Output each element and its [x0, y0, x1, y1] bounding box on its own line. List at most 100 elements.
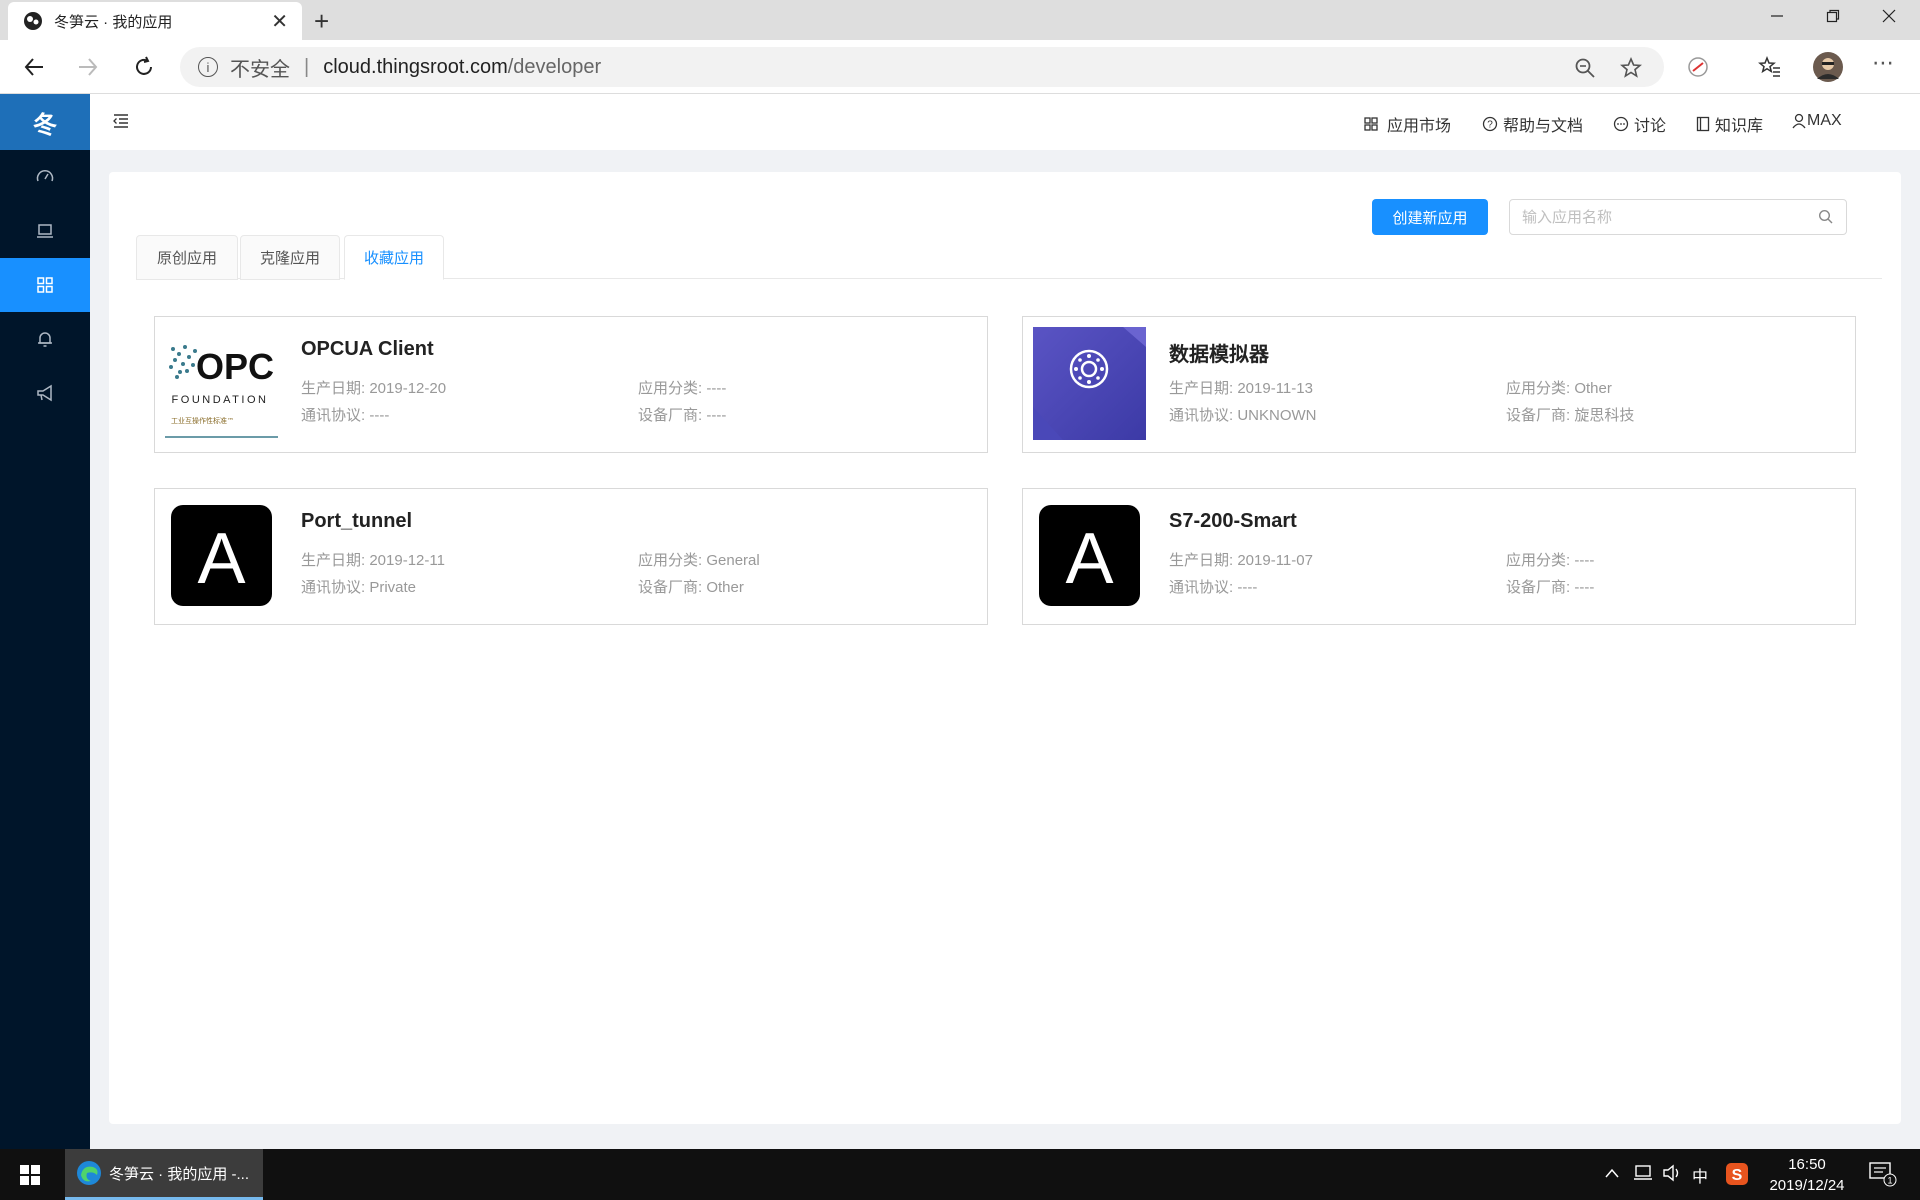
app-market-label: 应用市场 [1387, 118, 1452, 135]
discuss-label: 讨论 [1634, 118, 1667, 135]
browser-address-bar: i 不安全 | cloud.thingsroot.com /developer … [0, 40, 1920, 94]
app-search-input[interactable] [1510, 200, 1800, 234]
laptop-icon [37, 224, 53, 238]
app-category: 应用分类: ---- [638, 380, 727, 397]
info-icon[interactable]: i [198, 57, 218, 77]
close-window-icon[interactable] [1864, 0, 1914, 32]
help-docs-link[interactable]: ? 帮助与文档 [1482, 112, 1583, 136]
app-name: OPCUA Client [301, 338, 434, 360]
address-separator: | [304, 55, 310, 78]
sogou-ime-icon[interactable]: S [1726, 1163, 1748, 1185]
back-arrow-icon[interactable] [18, 51, 50, 83]
sidebar-item-dashboard[interactable] [0, 150, 90, 204]
opc-logo-tagline: 工业互操作性标准™ [171, 416, 234, 425]
site-favicon-icon [24, 12, 42, 30]
sidebar-item-devices[interactable] [0, 204, 90, 258]
taskbar-app-label: 冬笋云 · 我的应用 -... [109, 1165, 249, 1183]
question-circle-icon: ? [1482, 116, 1498, 132]
app-icon-letter: A [197, 519, 245, 599]
browser-tab-title: 冬笋云 · 我的应用 [54, 13, 173, 31]
browser-tab[interactable]: 冬笋云 · 我的应用 ✕ [8, 2, 302, 40]
simulator-icon [1033, 327, 1146, 440]
svg-text:?: ? [1487, 120, 1493, 131]
notification-count: 1 [1887, 1176, 1892, 1186]
user-icon [1792, 113, 1806, 129]
network-icon[interactable] [1632, 1164, 1652, 1182]
windows-taskbar: 冬笋云 · 我的应用 -... 中 S 16:50 2019/12/24 1 [0, 1149, 1920, 1200]
user-name: MAX [1807, 112, 1842, 129]
new-tab-button[interactable]: + [314, 6, 329, 37]
app-icon-letter: A [1065, 519, 1113, 599]
app-date: 生产日期: 2019-12-20 [301, 380, 447, 397]
app-vendor: 设备厂商: 旋思科技 [1506, 407, 1635, 424]
tab-original-apps[interactable]: 原创应用 [136, 235, 238, 280]
extension-icon[interactable] [1686, 55, 1710, 79]
app-date: 生产日期: 2019-11-13 [1169, 380, 1313, 397]
letter-a-icon: A [171, 505, 272, 606]
app-card-port-tunnel[interactable]: A Port_tunnel 生产日期: 2019-12-11 应用分类: Gen… [154, 488, 988, 625]
menu-fold-icon[interactable] [112, 112, 130, 130]
app-card-opcua-client[interactable]: OPC FOUNDATION 工业互操作性标准™ OPCUA Client 生产… [154, 316, 988, 453]
app-name: S7-200-Smart [1169, 510, 1297, 532]
windows-start-icon[interactable] [20, 1165, 40, 1185]
action-center-icon[interactable]: 1 [1868, 1161, 1898, 1187]
app-protocol: 通讯协议: ---- [1169, 579, 1258, 596]
app-name: 数据模拟器 [1169, 344, 1269, 366]
app-sidebar: 冬 [0, 94, 90, 1149]
favorites-list-icon[interactable] [1758, 55, 1782, 79]
sidebar-item-notices[interactable] [0, 366, 90, 420]
opc-logo-text: OPC [196, 346, 274, 387]
tab-favorite-apps[interactable]: 收藏应用 [344, 235, 444, 280]
app-search-box [1509, 199, 1847, 235]
app-tabs: 原创应用 克隆应用 收藏应用 [136, 235, 1882, 280]
appstore-icon [1364, 117, 1378, 131]
app-market-link[interactable]: 应用市场 [1364, 112, 1451, 136]
taskbar-browser-app[interactable]: 冬笋云 · 我的应用 -... [65, 1149, 263, 1200]
app-vendor: 设备厂商: ---- [1506, 579, 1595, 596]
close-tab-icon[interactable]: ✕ [271, 9, 288, 34]
user-menu[interactable]: MAX [1792, 112, 1842, 130]
discuss-link[interactable]: 讨论 [1613, 112, 1666, 136]
security-label: 不安全 [230, 58, 290, 81]
tab-cloned-apps[interactable]: 克隆应用 [240, 235, 340, 280]
restore-window-icon[interactable] [1808, 0, 1858, 32]
content-panel: 创建新应用 原创应用 克隆应用 收藏应用 OPC FOUNDATION 工业互操… [109, 172, 1901, 1124]
bell-icon [38, 332, 52, 347]
zoom-icon[interactable] [1574, 57, 1596, 79]
clock-time: 16:50 [1788, 1156, 1826, 1173]
sidebar-item-apps[interactable] [0, 258, 90, 312]
search-icon[interactable] [1818, 209, 1834, 225]
create-app-button[interactable]: 创建新应用 [1372, 199, 1488, 235]
appstore-icon [37, 277, 53, 293]
url-host: cloud.thingsroot.com [323, 55, 508, 78]
knowledge-base-link[interactable]: 知识库 [1696, 112, 1763, 136]
reload-icon[interactable] [128, 51, 160, 83]
app-category: 应用分类: Other [1506, 380, 1612, 397]
clock-date: 2019/12/24 [1769, 1177, 1845, 1194]
app-protocol: 通讯协议: ---- [301, 407, 390, 424]
favorite-star-icon[interactable] [1620, 57, 1642, 79]
chevron-up-icon[interactable] [1604, 1167, 1620, 1179]
url-field[interactable]: i 不安全 | cloud.thingsroot.com /developer [180, 47, 1664, 87]
ime-indicator[interactable]: 中 [1692, 1163, 1708, 1187]
profile-avatar[interactable] [1812, 51, 1844, 83]
svg-text:S: S [1732, 1167, 1743, 1184]
app-card-data-simulator[interactable]: 数据模拟器 生产日期: 2019-11-13 应用分类: Other 通讯协议:… [1022, 316, 1856, 453]
app-vendor: 设备厂商: Other [638, 579, 744, 596]
app-logo[interactable]: 冬 [0, 94, 90, 150]
volume-icon[interactable] [1662, 1164, 1682, 1182]
app-header: 应用市场 ? 帮助与文档 讨论 知识库 MAX [90, 94, 1920, 150]
sidebar-item-alerts[interactable] [0, 312, 90, 366]
help-docs-label: 帮助与文档 [1503, 118, 1584, 135]
forward-arrow-icon[interactable] [72, 51, 104, 83]
browser-tab-bar: 冬笋云 · 我的应用 ✕ + [0, 0, 1920, 40]
minimize-window-icon[interactable] [1752, 0, 1802, 32]
edge-browser-icon [77, 1161, 101, 1185]
app-protocol: 通讯协议: UNKNOWN [1169, 407, 1317, 424]
letter-a-icon: A [1039, 505, 1140, 606]
system-clock[interactable]: 16:50 2019/12/24 [1752, 1154, 1862, 1196]
more-menu-icon[interactable]: ⋯ [1872, 50, 1895, 76]
dashboard-icon [36, 170, 54, 182]
app-card-s7-200-smart[interactable]: A S7-200-Smart 生产日期: 2019-11-07 应用分类: --… [1022, 488, 1856, 625]
app-category: 应用分类: ---- [1506, 552, 1595, 569]
